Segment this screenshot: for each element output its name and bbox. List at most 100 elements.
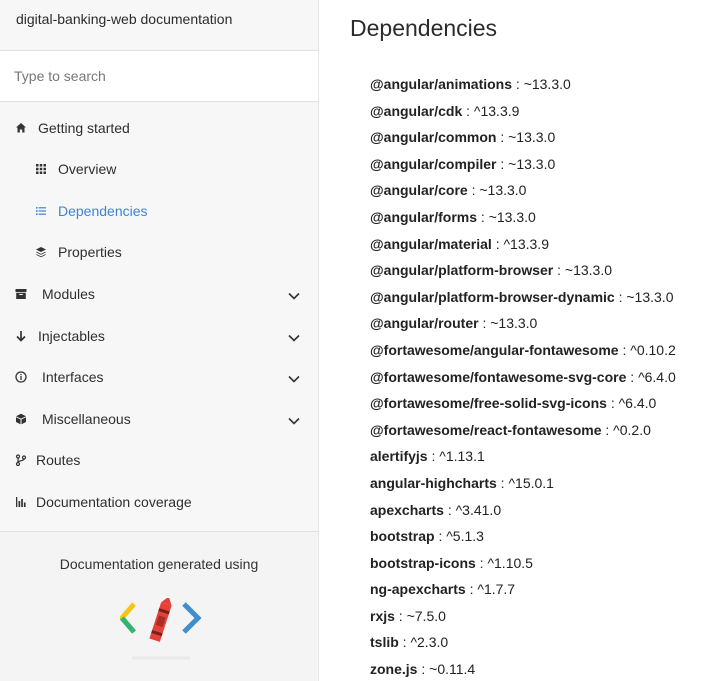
dependency-name: zone.js: [370, 661, 418, 678]
dependency-name: @angular/platform-browser-dynamic: [370, 288, 615, 305]
dependency-item: @angular/material : ^13.3.9: [370, 235, 549, 252]
dependency-item: @angular/cdk : ^13.3.9: [370, 102, 520, 119]
dependency-item: @angular/common : ~13.3.0: [370, 129, 556, 146]
sidebar-item-getting-started[interactable]: Getting started: [0, 110, 318, 146]
dependency-item: bootstrap-icons : ^1.10.5: [370, 554, 533, 571]
dependency-item: apexcharts : ^3.41.0: [370, 501, 502, 518]
dependency-version: ^15.0.1: [508, 474, 554, 491]
dependency-item: bootstrap : ^5.1.3: [370, 528, 484, 545]
brand-title[interactable]: digital-banking-web documentation: [0, 0, 318, 51]
dependency-item: @angular/core : ~13.3.0: [370, 182, 527, 199]
sidebar-item-label: Properties: [58, 244, 122, 260]
sidebar-item-interfaces[interactable]: Interfaces: [0, 359, 318, 395]
sidebar-item-routes[interactable]: Routes: [0, 442, 318, 478]
list-icon: [34, 204, 48, 218]
dependency-item: ng-apexcharts : ^1.7.7: [370, 581, 516, 598]
dependency-version: ^1.13.1: [439, 448, 485, 465]
dependency-name: @fortawesome/fontawesome-svg-core: [370, 368, 627, 385]
dependency-version: ~7.5.0: [406, 607, 446, 624]
dependency-item: @angular/router : ~13.3.0: [370, 315, 538, 332]
chevron-down-icon[interactable]: [288, 412, 300, 428]
grid-icon: [34, 162, 48, 176]
dependency-version: ~13.3.0: [564, 262, 613, 279]
dependency-name: rxjs: [370, 607, 395, 624]
main-content: Dependencies @angular/animations : ~13.3…: [320, 0, 708, 681]
sidebar-item-dependencies[interactable]: Dependencies: [0, 193, 318, 229]
archive-icon: [14, 287, 28, 301]
dependency-item: @fortawesome/angular-fontawesome : ^0.10…: [370, 341, 676, 358]
dependency-version: ~0.11.4: [429, 661, 476, 678]
sidebar-item-miscellaneous[interactable]: Miscellaneous: [0, 401, 318, 437]
dependency-name: @angular/cdk: [370, 102, 463, 119]
sidebar-item-properties[interactable]: Properties: [0, 234, 318, 270]
home-icon: [14, 121, 28, 135]
page-title: Dependencies: [350, 15, 498, 41]
dependency-name: @angular/forms: [370, 208, 478, 225]
bar-chart-icon: [14, 495, 28, 509]
sidebar: digital-banking-web documentation Gettin…: [0, 0, 319, 681]
dependency-name: @angular/material: [370, 235, 492, 252]
dependency-item: @angular/forms : ~13.3.0: [370, 208, 536, 225]
dependency-item: @fortawesome/react-fontawesome : ^0.2.0: [370, 421, 651, 438]
layers-icon: [34, 245, 48, 259]
dependency-version: ~13.3.0: [479, 182, 527, 199]
dependency-item: angular-highcharts : ^15.0.1: [370, 474, 554, 491]
dependency-name: @fortawesome/free-solid-svg-icons: [370, 395, 607, 412]
dependency-name: @angular/animations: [370, 76, 513, 92]
cube-icon: [14, 412, 28, 426]
dependency-item: @angular/animations : ~13.3.0: [370, 76, 571, 92]
chevron-down-icon[interactable]: [288, 370, 300, 386]
dependency-name: @angular/compiler: [370, 155, 497, 172]
generated-using-text: Documentation generated using: [59, 556, 259, 572]
dependency-version: ^3.41.0: [455, 501, 502, 518]
search-input[interactable]: [0, 68, 318, 84]
dependency-version: ~13.3.0: [488, 208, 536, 225]
dependency-name: @angular/common: [370, 129, 497, 146]
dependency-version: ^6.4.0: [618, 395, 657, 412]
dependency-item: @fortawesome/fontawesome-svg-core : ^6.4…: [370, 368, 676, 385]
compodoc-logo[interactable]: [118, 596, 202, 671]
dependency-version: ~13.3.0: [523, 76, 571, 92]
sidebar-item-modules[interactable]: Modules: [0, 276, 318, 312]
dependency-version: ^6.4.0: [638, 368, 676, 385]
dependency-name: tslib: [370, 634, 399, 651]
dependency-name: @fortawesome/react-fontawesome: [370, 421, 602, 438]
sidebar-item-label: Documentation coverage: [36, 494, 192, 510]
sidebar-item-label: Getting started: [38, 120, 130, 136]
dependency-name: @angular/router: [370, 315, 479, 332]
chevron-down-icon[interactable]: [288, 287, 300, 303]
dependency-version: ^1.10.5: [487, 554, 533, 571]
dependency-version: ~13.3.0: [508, 129, 556, 146]
dependency-name: apexcharts: [370, 501, 444, 518]
dependency-name: bootstrap-icons: [370, 554, 476, 571]
sidebar-item-label: Injectables: [38, 328, 105, 344]
dependency-version: ^0.10.2: [630, 341, 676, 358]
chevron-down-icon[interactable]: [288, 329, 300, 345]
dependencies-list: @angular/animations : ~13.3.0 @angular/cd…: [370, 75, 676, 681]
sidebar-item-overview[interactable]: Overview: [0, 151, 318, 187]
dependency-version: ~13.3.0: [626, 288, 674, 305]
dependency-item: alertifyjs : ^1.13.1: [370, 448, 485, 465]
page: digital-banking-web documentation Gettin…: [0, 0, 708, 681]
dependency-name: bootstrap: [370, 528, 435, 545]
dependency-item: rxjs : ~7.5.0: [370, 607, 446, 624]
sidebar-item-label: Overview: [58, 161, 117, 177]
dependency-item: tslib : ^2.3.0: [370, 634, 449, 651]
dependency-version: ~13.3.0: [508, 155, 556, 172]
sidebar-item-label: Miscellaneous: [42, 411, 131, 427]
dependency-name: ng-apexcharts: [370, 581, 466, 598]
dependency-item: @fortawesome/free-solid-svg-icons : ^6.4…: [370, 395, 657, 412]
dependency-name: @fortawesome/angular-fontawesome: [370, 341, 619, 358]
dependency-version: ~13.3.0: [490, 315, 538, 332]
dependency-version: ^0.2.0: [613, 421, 651, 438]
dependency-version: ^13.3.9: [473, 102, 520, 119]
sidebar-item-label: Dependencies: [58, 203, 148, 219]
sidebar-item-injectables[interactable]: Injectables: [0, 318, 318, 354]
sidebar-item-label: Routes: [36, 452, 81, 468]
arrow-down-icon: [14, 329, 28, 343]
dependency-version: ^2.3.0: [410, 634, 449, 651]
search-box: [0, 51, 318, 102]
sidebar-item-documentation-coverage[interactable]: Documentation coverage: [0, 484, 318, 520]
info-icon: [14, 370, 28, 384]
dependency-name: @angular/core: [370, 182, 468, 199]
